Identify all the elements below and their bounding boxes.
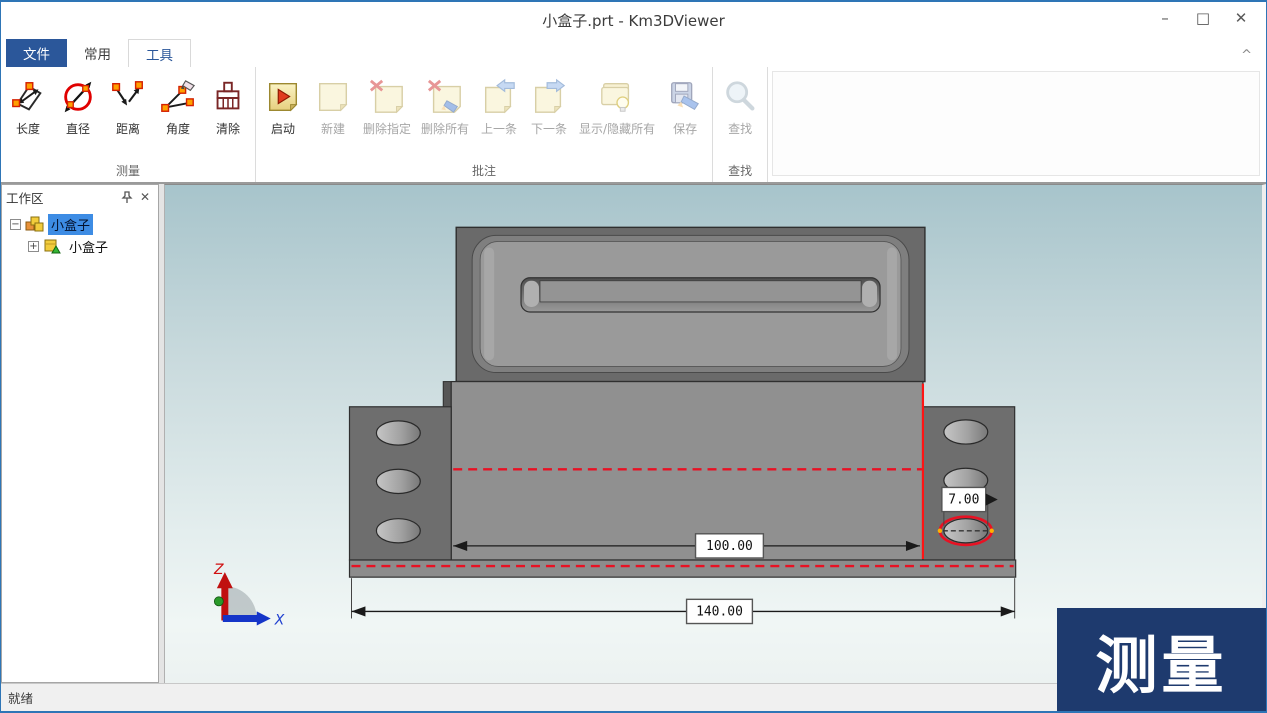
measure-badge-label: 测量	[1095, 615, 1227, 705]
annotation-next-label: 下一条	[531, 120, 567, 137]
expand-box-icon[interactable]: +	[28, 241, 39, 252]
annotation-previous-label: 上一条	[481, 120, 517, 137]
annotation-new-button: 新建	[308, 73, 358, 140]
collapse-box-icon[interactable]: −	[10, 219, 21, 230]
find-magnifier-icon	[720, 76, 760, 118]
tree-node-label[interactable]: 小盒子	[48, 214, 93, 235]
annotation-save-label: 保存	[673, 120, 697, 137]
ribbon-tab-row: 文件 常用 工具 ^	[1, 36, 1266, 67]
close-button[interactable]: ✕	[1222, 4, 1260, 32]
tab-tools[interactable]: 工具	[128, 39, 191, 67]
workspace-panel: 工作区 ✕ −	[1, 184, 159, 683]
coordinate-triad: Z X	[213, 562, 285, 628]
annotation-delete-selected-label: 删除指定	[363, 120, 411, 137]
ribbon-group-annotation: 启动 新建	[256, 67, 713, 182]
ribbon-empty-area	[772, 71, 1260, 176]
showhide-folder-icon	[597, 76, 637, 118]
window-title: 小盒子.prt - Km3DViewer	[1, 10, 1266, 31]
dimension-value-base-width[interactable]: 140.00	[696, 604, 743, 619]
workspace-panel-header: 工作区 ✕	[2, 185, 158, 209]
workspace-title: 工作区	[6, 188, 118, 207]
annotation-previous-button: 上一条	[474, 73, 524, 140]
dimension-value-hole-diameter[interactable]: 7.00	[948, 492, 979, 507]
tab-file[interactable]: 文件	[6, 39, 67, 67]
annotation-delete-all-label: 删除所有	[421, 120, 469, 137]
angle-icon	[158, 76, 198, 118]
maximize-button[interactable]: □	[1184, 4, 1222, 32]
model-tree: − 小盒子 +	[2, 209, 158, 682]
pin-icon[interactable]	[118, 188, 136, 206]
annotation-start-label: 启动	[271, 120, 295, 137]
annotation-next-button: 下一条	[524, 73, 574, 140]
group-label-find: 查找	[715, 162, 765, 182]
x-axis-label: X	[274, 612, 285, 628]
annotation-delete-all-button: 删除所有	[416, 73, 474, 140]
annotation-delete-selected-button: 删除指定	[358, 73, 416, 140]
model-box[interactable]	[349, 227, 1015, 577]
length-button-label: 长度	[16, 120, 40, 137]
app-window: 小盒子.prt - Km3DViewer – □ ✕ 文件 常用 工具 ^	[0, 0, 1267, 713]
measure-badge: 测量	[1057, 608, 1266, 711]
x-axis-arrow-icon	[257, 611, 271, 625]
assembly-icon	[25, 216, 45, 233]
window-controls: – □ ✕	[1146, 4, 1260, 32]
dimension-value-body-width[interactable]: 100.00	[706, 539, 753, 554]
length-icon	[8, 76, 48, 118]
next-note-icon	[529, 76, 569, 118]
annotation-showhide-label: 显示/隐藏所有	[579, 120, 655, 137]
length-button[interactable]: 长度	[3, 73, 53, 140]
diameter-button[interactable]: 直径	[53, 73, 103, 140]
dimension-base-width: 140.00	[351, 578, 1014, 623]
find-button-label: 查找	[728, 120, 752, 137]
clear-button[interactable]: 清除	[203, 73, 253, 140]
tab-home[interactable]: 常用	[67, 39, 128, 67]
ribbon-collapse-icon[interactable]: ^	[1241, 48, 1252, 63]
delete-all-note-icon	[425, 76, 465, 118]
part-icon	[43, 238, 63, 255]
minimize-button[interactable]: –	[1146, 4, 1184, 32]
ribbon-group-find: 查找 查找	[713, 67, 768, 182]
clear-button-label: 清除	[216, 120, 240, 137]
distance-button[interactable]: 距离	[103, 73, 153, 140]
diameter-button-label: 直径	[66, 120, 90, 137]
group-label-measure: 测量	[3, 162, 253, 182]
group-label-annotation: 批注	[258, 162, 710, 182]
tree-node-label[interactable]: 小盒子	[66, 236, 111, 257]
annotation-start-button[interactable]: 启动	[258, 73, 308, 140]
annotation-new-label: 新建	[321, 120, 345, 137]
angle-button-label: 角度	[166, 120, 190, 137]
z-axis-label: Z	[213, 562, 224, 578]
annotation-save-button: 保存	[660, 73, 710, 140]
diameter-icon	[58, 76, 98, 118]
save-disk-icon	[665, 76, 705, 118]
angle-button[interactable]: 角度	[153, 73, 203, 140]
previous-note-icon	[479, 76, 519, 118]
workspace-close-icon[interactable]: ✕	[136, 188, 154, 206]
tree-row-assembly[interactable]: − 小盒子	[2, 213, 158, 235]
y-axis-dot-icon	[214, 597, 223, 606]
clear-brush-icon	[208, 76, 248, 118]
find-button: 查找	[715, 73, 765, 140]
title-bar: 小盒子.prt - Km3DViewer – □ ✕	[1, 2, 1266, 36]
distance-icon	[108, 76, 148, 118]
new-note-icon	[313, 76, 353, 118]
tree-row-part[interactable]: + 小盒子	[2, 235, 158, 257]
delete-selected-note-icon	[367, 76, 407, 118]
ribbon-group-measure: 长度 直径	[1, 67, 256, 182]
status-text: 就绪	[8, 688, 33, 707]
ribbon: 长度 直径	[1, 67, 1266, 184]
annotation-showhide-button: 显示/隐藏所有	[574, 73, 660, 140]
start-note-icon	[263, 76, 303, 118]
distance-button-label: 距离	[116, 120, 140, 137]
